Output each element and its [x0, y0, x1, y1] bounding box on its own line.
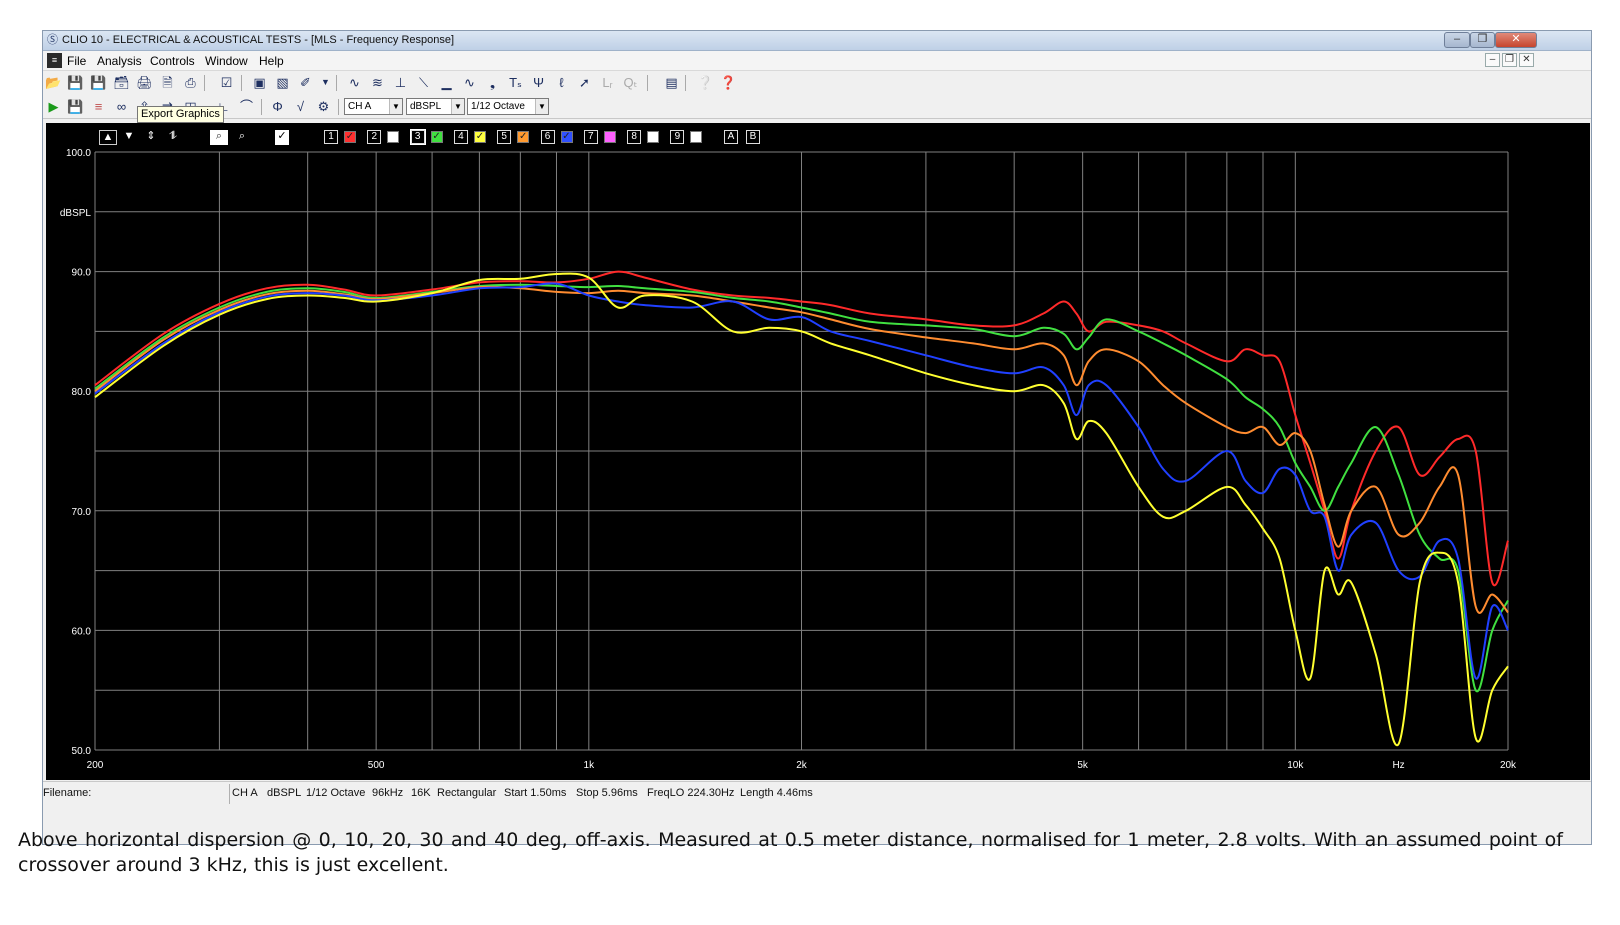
waterfall-icon[interactable]: ≋	[369, 74, 386, 91]
help-icon[interactable]: ❔	[697, 74, 714, 91]
delay-icon[interactable]: √	[292, 98, 309, 115]
maximize-button[interactable]: ❐	[1470, 32, 1495, 48]
clio-window: Ⓢ CLIO 10 - ELECTRICAL & ACOUSTICAL TEST…	[42, 30, 1592, 845]
clio-icon[interactable]: Ⓢ	[46, 34, 59, 47]
save-icon[interactable]: 💾	[67, 98, 84, 115]
waveform-icon[interactable]: ∿	[346, 74, 363, 91]
x-tick-label: 10k	[1287, 760, 1304, 771]
step-icon[interactable]: ➚	[576, 74, 593, 91]
menu-help[interactable]: Help	[259, 54, 284, 68]
open-folder-icon[interactable]: 📂	[45, 74, 62, 91]
y-tick-label: 70.0	[72, 507, 92, 518]
document-icon[interactable]: ≡	[47, 53, 62, 68]
mdi-minimize-button[interactable]: –	[1485, 53, 1500, 67]
menu-file[interactable]: File	[67, 54, 86, 68]
mdi-restore-button[interactable]: ❐	[1502, 53, 1517, 67]
x-tick-label: 5k	[1077, 760, 1089, 771]
export-graphics-tooltip: Export Graphics	[137, 106, 224, 123]
filename-label: Filename:	[43, 787, 92, 799]
chevron-down-icon[interactable]: ▼	[317, 74, 334, 91]
filter-icon[interactable]: ❟	[484, 74, 501, 91]
caption-text: Above horizontal dispersion @ 0, 10, 20,…	[18, 829, 1563, 876]
measurement-toolbar: ▶ 💾 ≡ ∞ ⇪ ⇄ ◫ ∟ ⌒ Φ √ ⚙ CH A ▼ dBSPL ▼ 1…	[43, 95, 1591, 119]
title-bar: Ⓢ CLIO 10 - ELECTRICAL & ACOUSTICAL TEST…	[43, 31, 1591, 51]
menu-window[interactable]: Window	[205, 54, 248, 68]
export-graphics-icon[interactable]: 🖨	[136, 74, 153, 91]
chevron-down-icon: ▼	[535, 99, 548, 114]
wf-icon[interactable]: Ψ	[530, 74, 547, 91]
lr-icon[interactable]: Lᵣ	[599, 74, 616, 91]
unit-select-value: dBSPL	[410, 101, 442, 112]
x-tick-label: 20k	[1500, 760, 1517, 771]
monitor-icon[interactable]: ▣	[251, 74, 268, 91]
status-start: Start 1.50ms	[504, 787, 567, 799]
y-tick-label: 100.0	[66, 148, 91, 159]
y-tick-label: 80.0	[72, 387, 92, 398]
channel-select-value: CH A	[348, 101, 372, 112]
menu-controls[interactable]: Controls	[150, 54, 195, 68]
graph-panel: ▲ ▼ ⇕ ⥮ ⌕ ⌕ ✓ 1 ✓ 2 3 ✓ 4 ✓ 5 ✓ 6 ✓ 7 8 9 A B 100.0 90.0…	[46, 123, 1590, 780]
export-text-icon[interactable]: 🗎	[159, 74, 176, 91]
unit-select[interactable]: dBSPL ▼	[406, 98, 465, 115]
phase-icon[interactable]: Φ	[269, 98, 286, 115]
save-icon[interactable]: 💾	[67, 74, 84, 91]
status-fft-size: 16K	[411, 787, 431, 799]
main-toolbar: 📂 💾 💾 🗃 🖨 🗎 ⎙ ☑ ▣ ▧ ✐ ▼ ∿ ≋ ⊥ ⟍ ▁ ∿ ❟ Tₛ…	[43, 71, 1591, 95]
mdi-close-button[interactable]: ✕	[1519, 53, 1534, 67]
x-tick-label: 500	[368, 760, 385, 771]
check-icon[interactable]: ☑	[218, 74, 235, 91]
frequency-response-chart: 100.0 90.0 80.0 70.0 60.0 50.0 dBSPL 200 500 1k 2k…	[60, 148, 1517, 771]
smoothing-select[interactable]: 1/12 Octave ▼	[467, 98, 549, 115]
status-sample-rate: 96kHz	[372, 787, 404, 799]
print-icon[interactable]: ⎙	[182, 74, 199, 91]
y-tick-label: 50.0	[72, 746, 92, 757]
minimize-button[interactable]: –	[1444, 32, 1470, 48]
loop-icon[interactable]: ∞	[113, 98, 130, 115]
save-as-icon[interactable]: 💾	[90, 74, 107, 91]
leq-icon[interactable]: ℓ	[553, 74, 570, 91]
slope-icon[interactable]: ⟍	[415, 74, 432, 91]
menu-bar: ≡ File Analysis Controls Window Help – ❐…	[43, 51, 1591, 71]
context-help-icon[interactable]: ❓	[720, 74, 737, 91]
overlay-icon[interactable]: ≡	[90, 98, 107, 115]
status-channel: CH A	[232, 787, 258, 799]
bars-icon[interactable]: ▁	[438, 74, 455, 91]
y-axis-label: dBSPL	[60, 208, 92, 219]
impulse-icon[interactable]: ⊥	[392, 74, 409, 91]
y-tick-label: 90.0	[72, 268, 92, 279]
snapshot-icon[interactable]: ▧	[274, 74, 291, 91]
status-stop: Stop 5.96ms	[576, 787, 638, 799]
display-icon[interactable]: ▤	[663, 74, 680, 91]
ts-icon[interactable]: Tₛ	[507, 74, 524, 91]
status-freq-lo: FreqLO 224.30Hz	[647, 787, 735, 799]
status-smoothing: 1/12 Octave	[306, 787, 366, 799]
y-tick-label: 60.0	[72, 626, 92, 637]
x-tick-label: 1k	[584, 760, 596, 771]
x-tick-label: 2k	[796, 760, 808, 771]
status-length: Length 4.46ms	[740, 787, 813, 799]
chevron-down-icon: ▼	[389, 99, 402, 114]
play-icon[interactable]: ▶	[45, 98, 62, 115]
close-button[interactable]: ✕	[1495, 32, 1537, 48]
window-title: CLIO 10 - ELECTRICAL & ACOUSTICAL TESTS …	[62, 34, 455, 46]
channel-select[interactable]: CH A ▼	[344, 98, 403, 115]
status-unit: dBSPL	[267, 787, 302, 799]
chevron-down-icon: ▼	[451, 99, 464, 114]
curve-icon[interactable]: ⌒	[238, 98, 255, 115]
status-window: Rectangular	[437, 787, 497, 799]
smoothing-select-value: 1/12 Octave	[471, 101, 525, 112]
qc-icon[interactable]: Qₜ	[622, 74, 639, 91]
wave-icon[interactable]: ∿	[461, 74, 478, 91]
settings-icon[interactable]: ⚙	[315, 98, 332, 115]
eraser-icon[interactable]: ✐	[297, 74, 314, 91]
x-axis-label: Hz	[1392, 760, 1404, 771]
x-tick-label: 200	[87, 760, 104, 771]
menu-analysis[interactable]: Analysis	[97, 54, 142, 68]
save-copy-icon[interactable]: 🗃	[113, 74, 130, 91]
status-bar: Filename: CH A dBSPL 1/12 Octave 96kHz 1…	[43, 781, 1591, 805]
